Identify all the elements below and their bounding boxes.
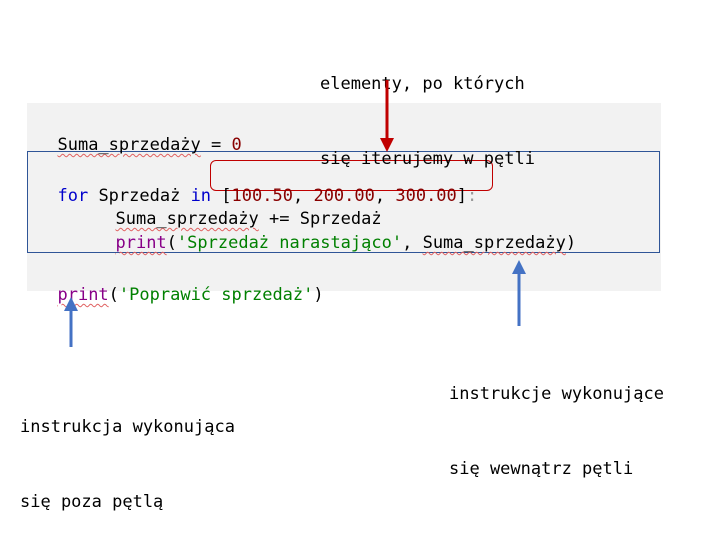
- arrows-layer: [64, 80, 526, 347]
- blue-arrow-up-left: [64, 297, 78, 347]
- annotation-line: się wewnątrz pętli: [449, 459, 634, 479]
- annotation-line: się poza pętlą: [20, 492, 164, 512]
- red-arrow-down: [380, 80, 394, 152]
- blue-arrow-up-right: [512, 260, 526, 326]
